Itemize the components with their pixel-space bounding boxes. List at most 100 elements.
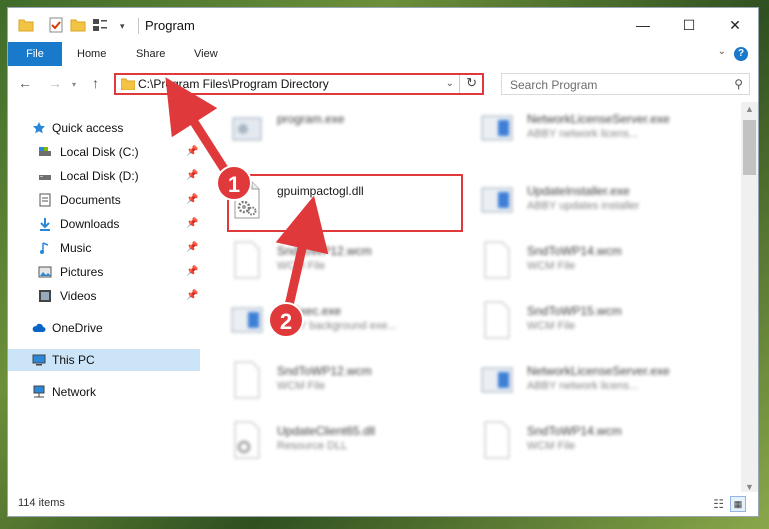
application-icon	[231, 307, 263, 333]
file-tile[interactable]: NetworkLicenseServer.exe ABBY network li…	[463, 354, 713, 412]
tab-file[interactable]: File	[8, 42, 62, 66]
drive-icon	[39, 175, 51, 180]
file-name: SndToWP12.wcm	[277, 364, 372, 378]
pictures-icon	[38, 266, 52, 278]
file-tile[interactable]: UpdateInstaller.exe ABBY updates install…	[463, 174, 713, 232]
file-description: WCM File	[527, 440, 576, 452]
file-tile[interactable]: NetworkLicenseServer.exe ABBY network li…	[463, 102, 713, 160]
file-name: NetworkLicenseServer.exe	[527, 112, 670, 126]
navigation-pane: Quick access Local Disk (C:) 📌 Local Dis…	[8, 102, 200, 494]
dll-gear-file-icon	[234, 421, 260, 459]
file-name: SndToWP12.wcm	[277, 244, 372, 258]
ribbon-tabs: File Home Share View ⌄ ?	[8, 42, 758, 67]
document-file-icon	[234, 241, 260, 279]
sidebar-item-network[interactable]: Network	[8, 381, 200, 403]
file-tile[interactable]: SndToWP14.wcm WCM File	[463, 414, 713, 472]
pin-icon[interactable]: 📌	[186, 261, 198, 283]
pin-icon[interactable]: 📌	[186, 165, 198, 187]
sidebar-item-label: Music	[60, 241, 92, 255]
file-tile[interactable]: UpdateClient65.dll Resource DLL	[213, 414, 463, 472]
file-description: ABBY network licens...	[527, 380, 639, 392]
file-description: WCM File	[277, 380, 326, 392]
sidebar-item-label: Downloads	[60, 217, 120, 231]
new-folder-icon[interactable]	[70, 17, 86, 33]
help-icon[interactable]: ?	[734, 47, 748, 61]
folder-icon[interactable]	[18, 17, 34, 33]
explorer-window: ▾ Program — ☐ ✕ File Home Share View ⌄ ?…	[7, 7, 759, 517]
refresh-icon[interactable]: ↻	[466, 75, 477, 91]
vertical-scrollbar[interactable]: ▲ ▼	[741, 102, 758, 494]
scroll-down-icon[interactable]: ▼	[745, 482, 754, 492]
document-file-icon	[484, 241, 510, 279]
file-tile[interactable]: BgExec.exe ABBY background exe...	[213, 294, 463, 352]
videos-icon	[39, 290, 51, 302]
document-file-icon	[484, 421, 510, 459]
star-icon	[33, 122, 45, 134]
details-view-icon[interactable]: ☷	[713, 497, 724, 511]
sidebar-item-onedrive[interactable]: OneDrive	[8, 317, 200, 339]
sidebar-item-label: OneDrive	[52, 321, 103, 335]
sidebar-item-label: Local Disk (C:)	[60, 145, 139, 159]
file-name: SndToWP14.wcm	[527, 424, 622, 438]
search-icon[interactable]: ⚲	[734, 77, 743, 91]
window-title: Program	[145, 18, 195, 33]
toolbar-dropdown-icon[interactable]: ▾	[120, 21, 125, 32]
file-name: SndToWP14.wcm	[527, 244, 622, 258]
forward-arrow-icon[interactable]: →	[48, 75, 62, 91]
sidebar-item-pictures[interactable]: Pictures 📌	[8, 261, 200, 283]
sidebar-item-local-disk-c[interactable]: Local Disk (C:) 📌	[8, 141, 200, 163]
sidebar-item-videos[interactable]: Videos 📌	[8, 285, 200, 307]
minimize-button[interactable]: —	[620, 8, 666, 42]
up-arrow-icon[interactable]: ↑	[92, 75, 99, 91]
recent-locations-icon[interactable]: ▾	[72, 80, 76, 89]
address-bar[interactable]: C:\Program Files\Program Directory ⌄ ↻	[114, 73, 484, 95]
expand-ribbon-icon[interactable]: ⌄	[718, 46, 726, 57]
large-icons-view-icon[interactable]: ▦	[730, 496, 746, 512]
search-box[interactable]: ⚲	[501, 73, 750, 95]
file-tile[interactable]: program.exe	[213, 102, 463, 160]
back-arrow-icon[interactable]: ←	[18, 75, 32, 91]
sidebar-item-documents[interactable]: Documents 📌	[8, 189, 200, 211]
address-dropdown-icon[interactable]: ⌄	[446, 78, 454, 89]
file-description: WCM File	[277, 260, 326, 272]
file-name: program.exe	[277, 112, 345, 126]
quick-access-toolbar-icon[interactable]	[92, 17, 108, 33]
sidebar-item-downloads[interactable]: Downloads 📌	[8, 213, 200, 235]
file-name: SndToWP15.wcm	[527, 304, 622, 318]
sidebar-item-label: Quick access	[52, 121, 124, 135]
address-path[interactable]: C:\Program Files\Program Directory	[138, 77, 329, 91]
file-tile[interactable]: SndToWP15.wcm WCM File	[463, 294, 713, 352]
properties-check-icon[interactable]	[48, 17, 64, 33]
file-description: ABBY network licens...	[527, 128, 639, 140]
sidebar-item-music[interactable]: Music 📌	[8, 237, 200, 259]
file-name: UpdateClient65.dll	[277, 424, 376, 438]
title-separator	[138, 18, 139, 34]
sidebar-item-this-pc[interactable]: This PC	[8, 349, 200, 371]
drive-icon	[39, 147, 51, 156]
close-button[interactable]: ✕	[712, 8, 758, 42]
file-list: program.exe NetworkLicenseServer.exe ABB…	[213, 102, 735, 494]
file-tile[interactable]: SndToWP12.wcm WCM File	[213, 354, 463, 412]
tab-home[interactable]: Home	[77, 42, 106, 66]
scroll-up-icon[interactable]: ▲	[745, 104, 754, 114]
maximize-button[interactable]: ☐	[666, 8, 712, 42]
scrollbar-thumb[interactable]	[743, 120, 756, 175]
file-name: UpdateInstaller.exe	[527, 184, 630, 198]
pin-icon[interactable]: 📌	[186, 285, 198, 307]
pin-icon[interactable]: 📌	[186, 141, 198, 163]
file-description: Resource DLL	[277, 440, 348, 452]
search-input[interactable]	[508, 75, 712, 95]
sidebar-item-label: Pictures	[60, 265, 104, 279]
downloads-icon	[40, 218, 50, 231]
pin-icon[interactable]: 📌	[186, 237, 198, 259]
pin-icon[interactable]: 📌	[186, 213, 198, 235]
address-separator	[459, 75, 460, 93]
sidebar-item-label: Documents	[60, 193, 121, 207]
sidebar-item-quick-access[interactable]: Quick access	[8, 117, 200, 139]
file-tile[interactable]: SndToWP14.wcm WCM File	[463, 234, 713, 292]
sidebar-item-local-disk-d[interactable]: Local Disk (D:) 📌	[8, 165, 200, 187]
tab-view[interactable]: View	[194, 42, 218, 66]
pin-icon[interactable]: 📌	[186, 189, 198, 211]
file-tile[interactable]: SndToWP12.wcm WCM File	[213, 234, 463, 292]
tab-share[interactable]: Share	[136, 42, 165, 66]
